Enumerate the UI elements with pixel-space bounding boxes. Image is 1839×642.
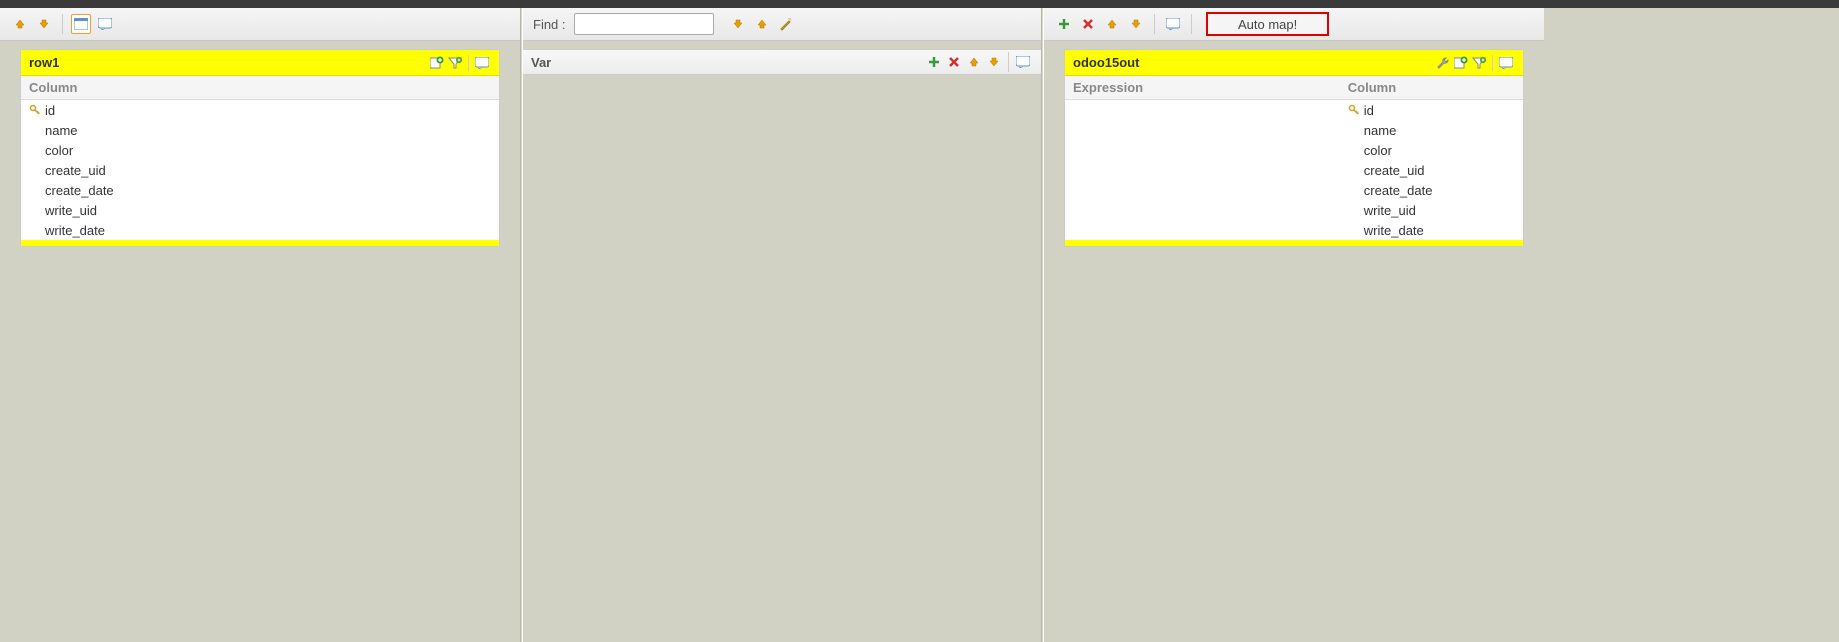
separator [468,55,469,71]
left-panel: row1 Column id name color create_uid create_… [20,49,500,247]
arrow-up-icon[interactable] [964,52,984,72]
arrow-up-icon[interactable] [752,14,772,34]
right-panel-header: odoo15out [1065,50,1523,76]
left-toolbar [0,8,520,41]
table-row[interactable]: create_uid [1065,160,1523,180]
column-header-label: Column [21,80,85,95]
left-columns-header: Column [21,76,499,100]
column-name: name [1364,123,1397,138]
arrow-down-icon[interactable] [1126,14,1146,34]
column-name: create_uid [45,163,106,178]
left-panel-header: row1 [21,50,499,76]
arrow-down-icon[interactable] [728,14,748,34]
right-panel: odoo15out Expression Column idna [1064,49,1524,247]
notes-icon[interactable] [1163,14,1183,34]
table-row[interactable]: name [21,120,499,140]
filter-icon[interactable] [446,54,464,72]
layout-icon[interactable] [71,14,91,34]
column-name: id [45,103,55,118]
automap-button[interactable]: Auto map! [1206,12,1329,36]
table-row[interactable]: write_uid [1065,200,1523,220]
table-row[interactable]: color [21,140,499,160]
column-name: name [45,123,78,138]
add-column-icon[interactable] [1452,54,1470,72]
table-row[interactable]: write_uid [21,200,499,220]
add-icon[interactable] [1054,14,1074,34]
add-column-icon[interactable] [428,54,446,72]
wrench-icon[interactable] [1434,54,1452,72]
separator [1191,14,1192,34]
table-row[interactable]: name [1065,120,1523,140]
trailing-space [1544,8,1839,642]
delete-icon[interactable] [944,52,964,72]
left-panel-title: row1 [29,55,428,70]
find-label: Find : [533,17,566,32]
table-row[interactable]: id [1065,100,1523,120]
table-row[interactable]: color [1065,140,1523,160]
separator [62,14,63,34]
right-toolbar: Auto map! [1044,8,1544,41]
column-name: id [1364,103,1374,118]
column-name: write_uid [45,203,97,218]
window-titlebar-strip [0,0,1839,8]
table-row[interactable]: create_date [21,180,499,200]
right-panel-title: odoo15out [1073,55,1434,70]
arrow-up-icon[interactable] [1102,14,1122,34]
notes-icon[interactable] [95,14,115,34]
column-name: write_uid [1364,203,1416,218]
table-row[interactable]: write_date [21,220,499,240]
right-panel-footer [1065,240,1523,246]
notes-icon[interactable] [1497,54,1515,72]
add-icon[interactable] [924,52,944,72]
left-rows: id name color create_uid create_date write_ui… [21,100,499,240]
table-row[interactable]: id [21,100,499,120]
middle-column: Find : Var [523,8,1041,642]
right-column: Auto map! odoo15out Express [1044,8,1544,642]
filter-icon[interactable] [1470,54,1488,72]
var-label: Var [531,55,924,70]
column-name: color [1364,143,1392,158]
find-input[interactable] [574,13,714,35]
key-icon [1348,104,1362,116]
column-name: color [45,143,73,158]
notes-icon[interactable] [1013,52,1033,72]
key-icon [29,104,43,116]
arrow-up-icon[interactable] [10,14,30,34]
notes-icon[interactable] [473,54,491,72]
delete-icon[interactable] [1078,14,1098,34]
left-panel-footer [21,240,499,246]
column-name: write_date [1364,223,1424,238]
right-rows: id name color create_uid create_date write_ui… [1065,100,1523,240]
right-columns-header: Expression Column [1065,76,1523,100]
column-name: create_uid [1364,163,1425,178]
var-bar: Var [523,49,1041,75]
column-header-label: Column [1340,80,1523,95]
separator [1008,52,1009,72]
column-name: create_date [1364,183,1433,198]
left-column: row1 Column id name color create_uid create_… [0,8,520,642]
expression-header-label: Expression [1065,80,1340,95]
column-name: write_date [45,223,105,238]
arrow-down-icon[interactable] [34,14,54,34]
arrow-down-icon[interactable] [984,52,1004,72]
table-row[interactable]: create_date [1065,180,1523,200]
table-row[interactable]: create_uid [21,160,499,180]
separator [1154,14,1155,34]
separator [1492,55,1493,71]
column-name: create_date [45,183,114,198]
middle-toolbar: Find : [523,8,1041,41]
table-row[interactable]: write_date [1065,220,1523,240]
magic-icon[interactable] [776,14,796,34]
main-columns: row1 Column id name color create_uid create_… [0,8,1839,642]
